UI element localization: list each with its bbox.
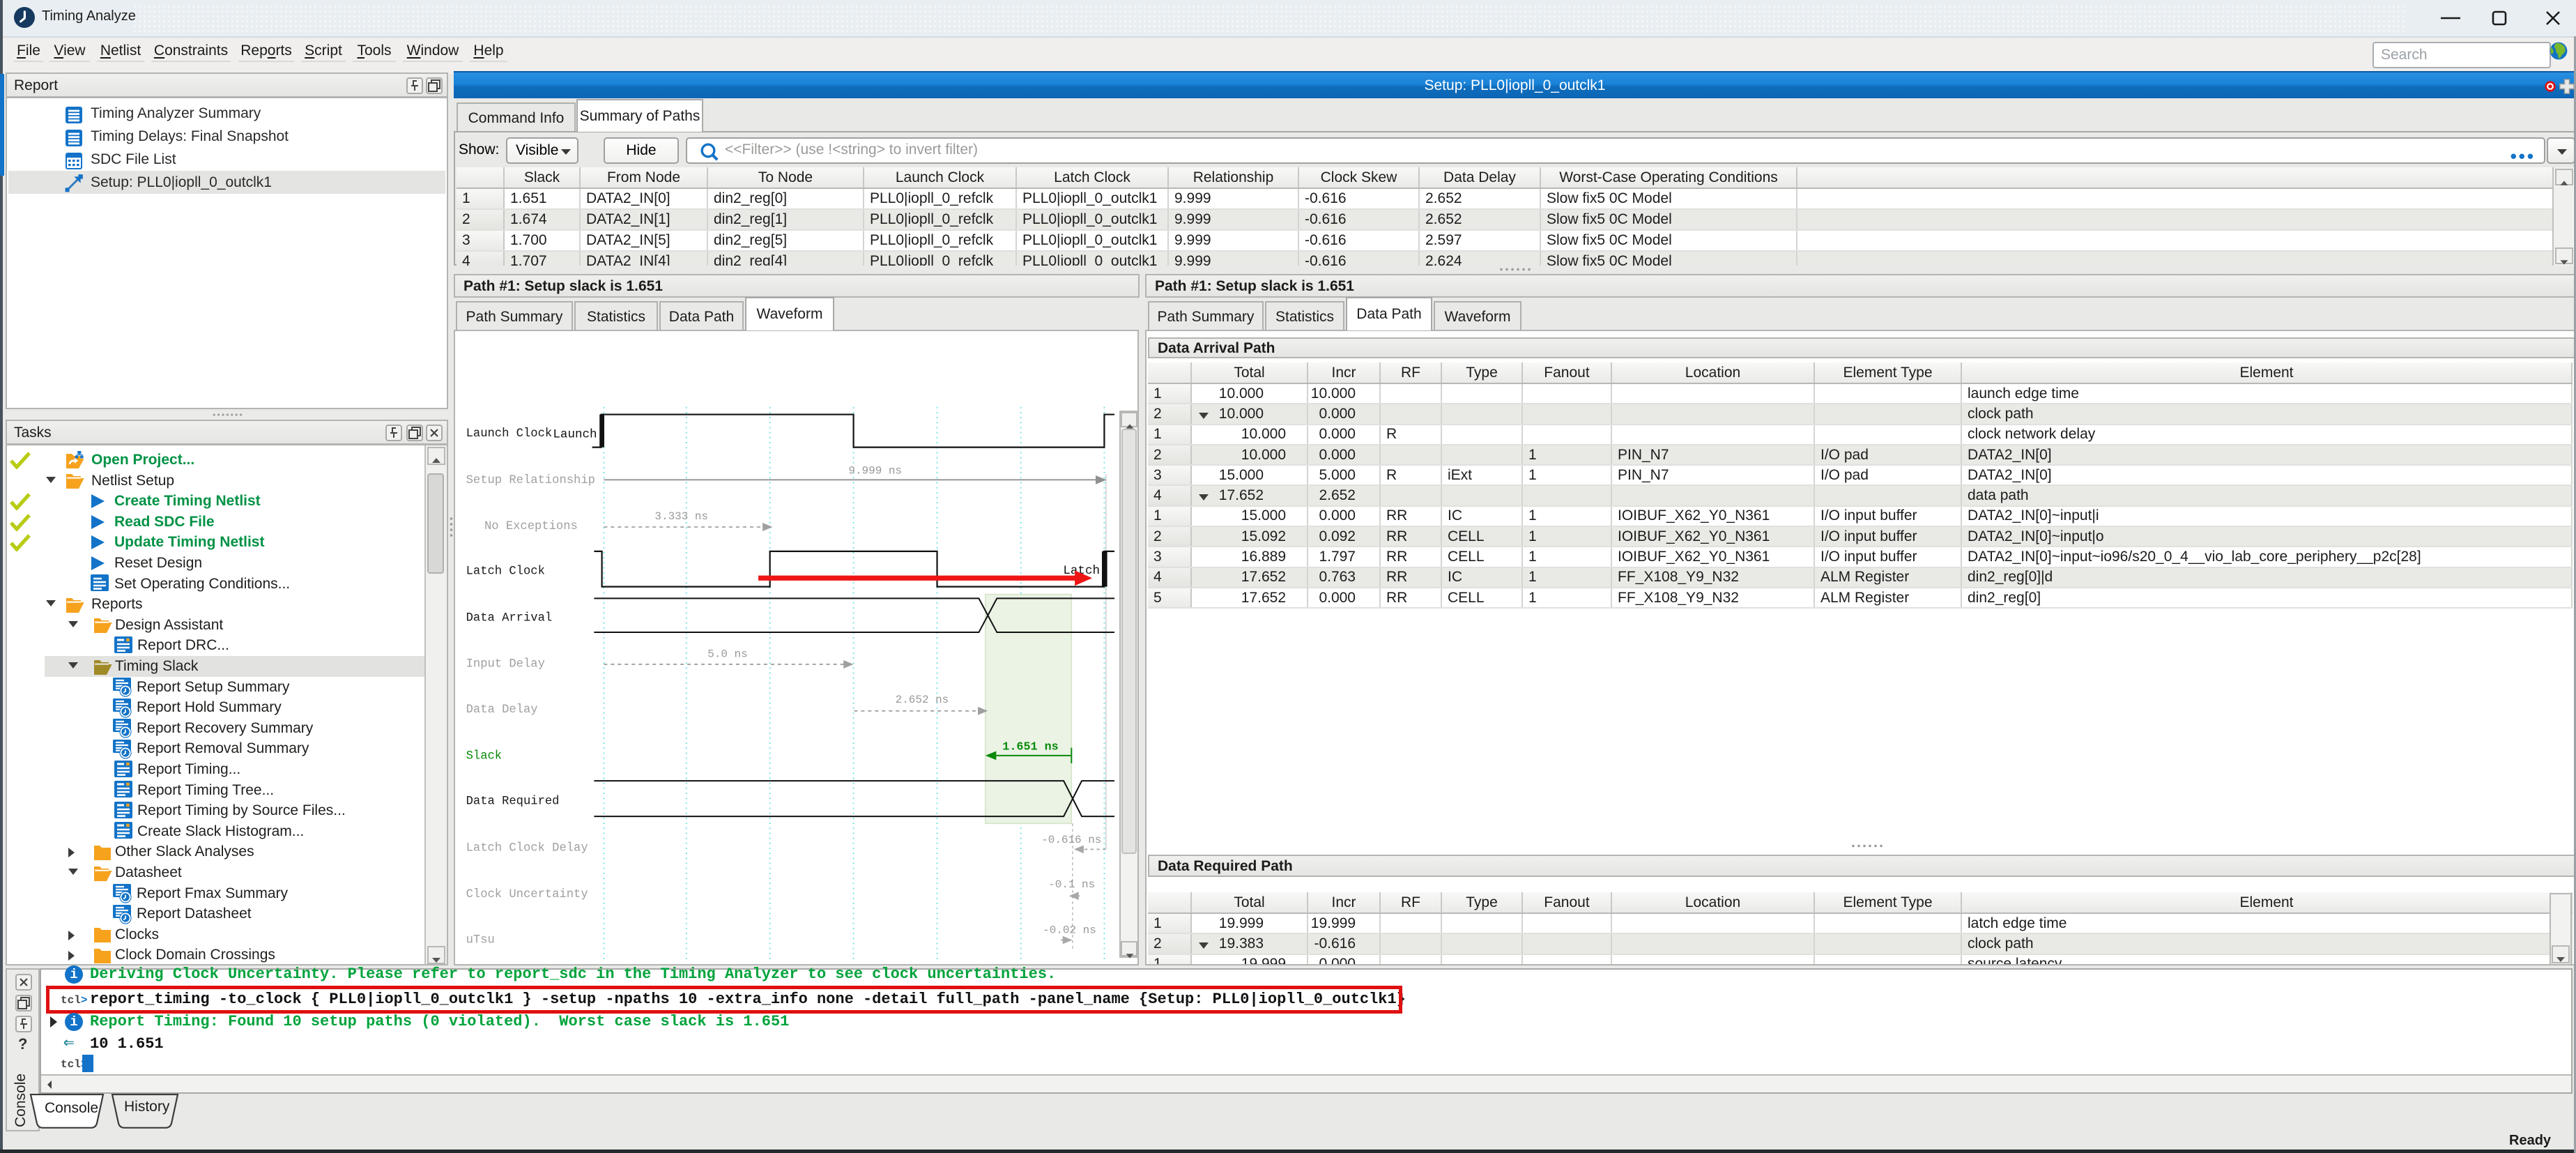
svg-text:Latch Clock Delay: Latch Clock Delay — [466, 842, 588, 855]
svg-text:3.333 ns: 3.333 ns — [654, 510, 708, 523]
svg-text:Data Delay: Data Delay — [466, 703, 538, 717]
svg-text:Launch: Launch — [553, 428, 597, 442]
svg-text:2.652 ns: 2.652 ns — [896, 694, 949, 706]
svg-text:Data Required: Data Required — [466, 795, 560, 809]
svg-text:9.999 ns: 9.999 ns — [848, 465, 902, 478]
svg-text:-0.616 ns: -0.616 ns — [1041, 834, 1101, 846]
svg-text:No Exceptions: No Exceptions — [484, 520, 578, 533]
svg-text:-0.02 ns: -0.02 ns — [1043, 924, 1096, 936]
svg-text:Slack: Slack — [466, 749, 502, 763]
svg-text:Clock Uncertainty: Clock Uncertainty — [466, 888, 588, 901]
svg-text:-0.1 ns: -0.1 ns — [1048, 878, 1095, 891]
svg-text:Latch Clock: Latch Clock — [466, 565, 545, 579]
svg-text:Input Delay: Input Delay — [466, 658, 545, 671]
svg-text:1.651 ns: 1.651 ns — [1002, 741, 1058, 754]
svg-text:Launch Clock: Launch Clock — [466, 427, 553, 441]
svg-text:Data Arrival: Data Arrival — [466, 612, 553, 625]
svg-text:uTsu: uTsu — [466, 933, 495, 947]
svg-text:Setup Relationship: Setup Relationship — [466, 474, 595, 487]
svg-text:5.0 ns: 5.0 ns — [707, 648, 747, 660]
